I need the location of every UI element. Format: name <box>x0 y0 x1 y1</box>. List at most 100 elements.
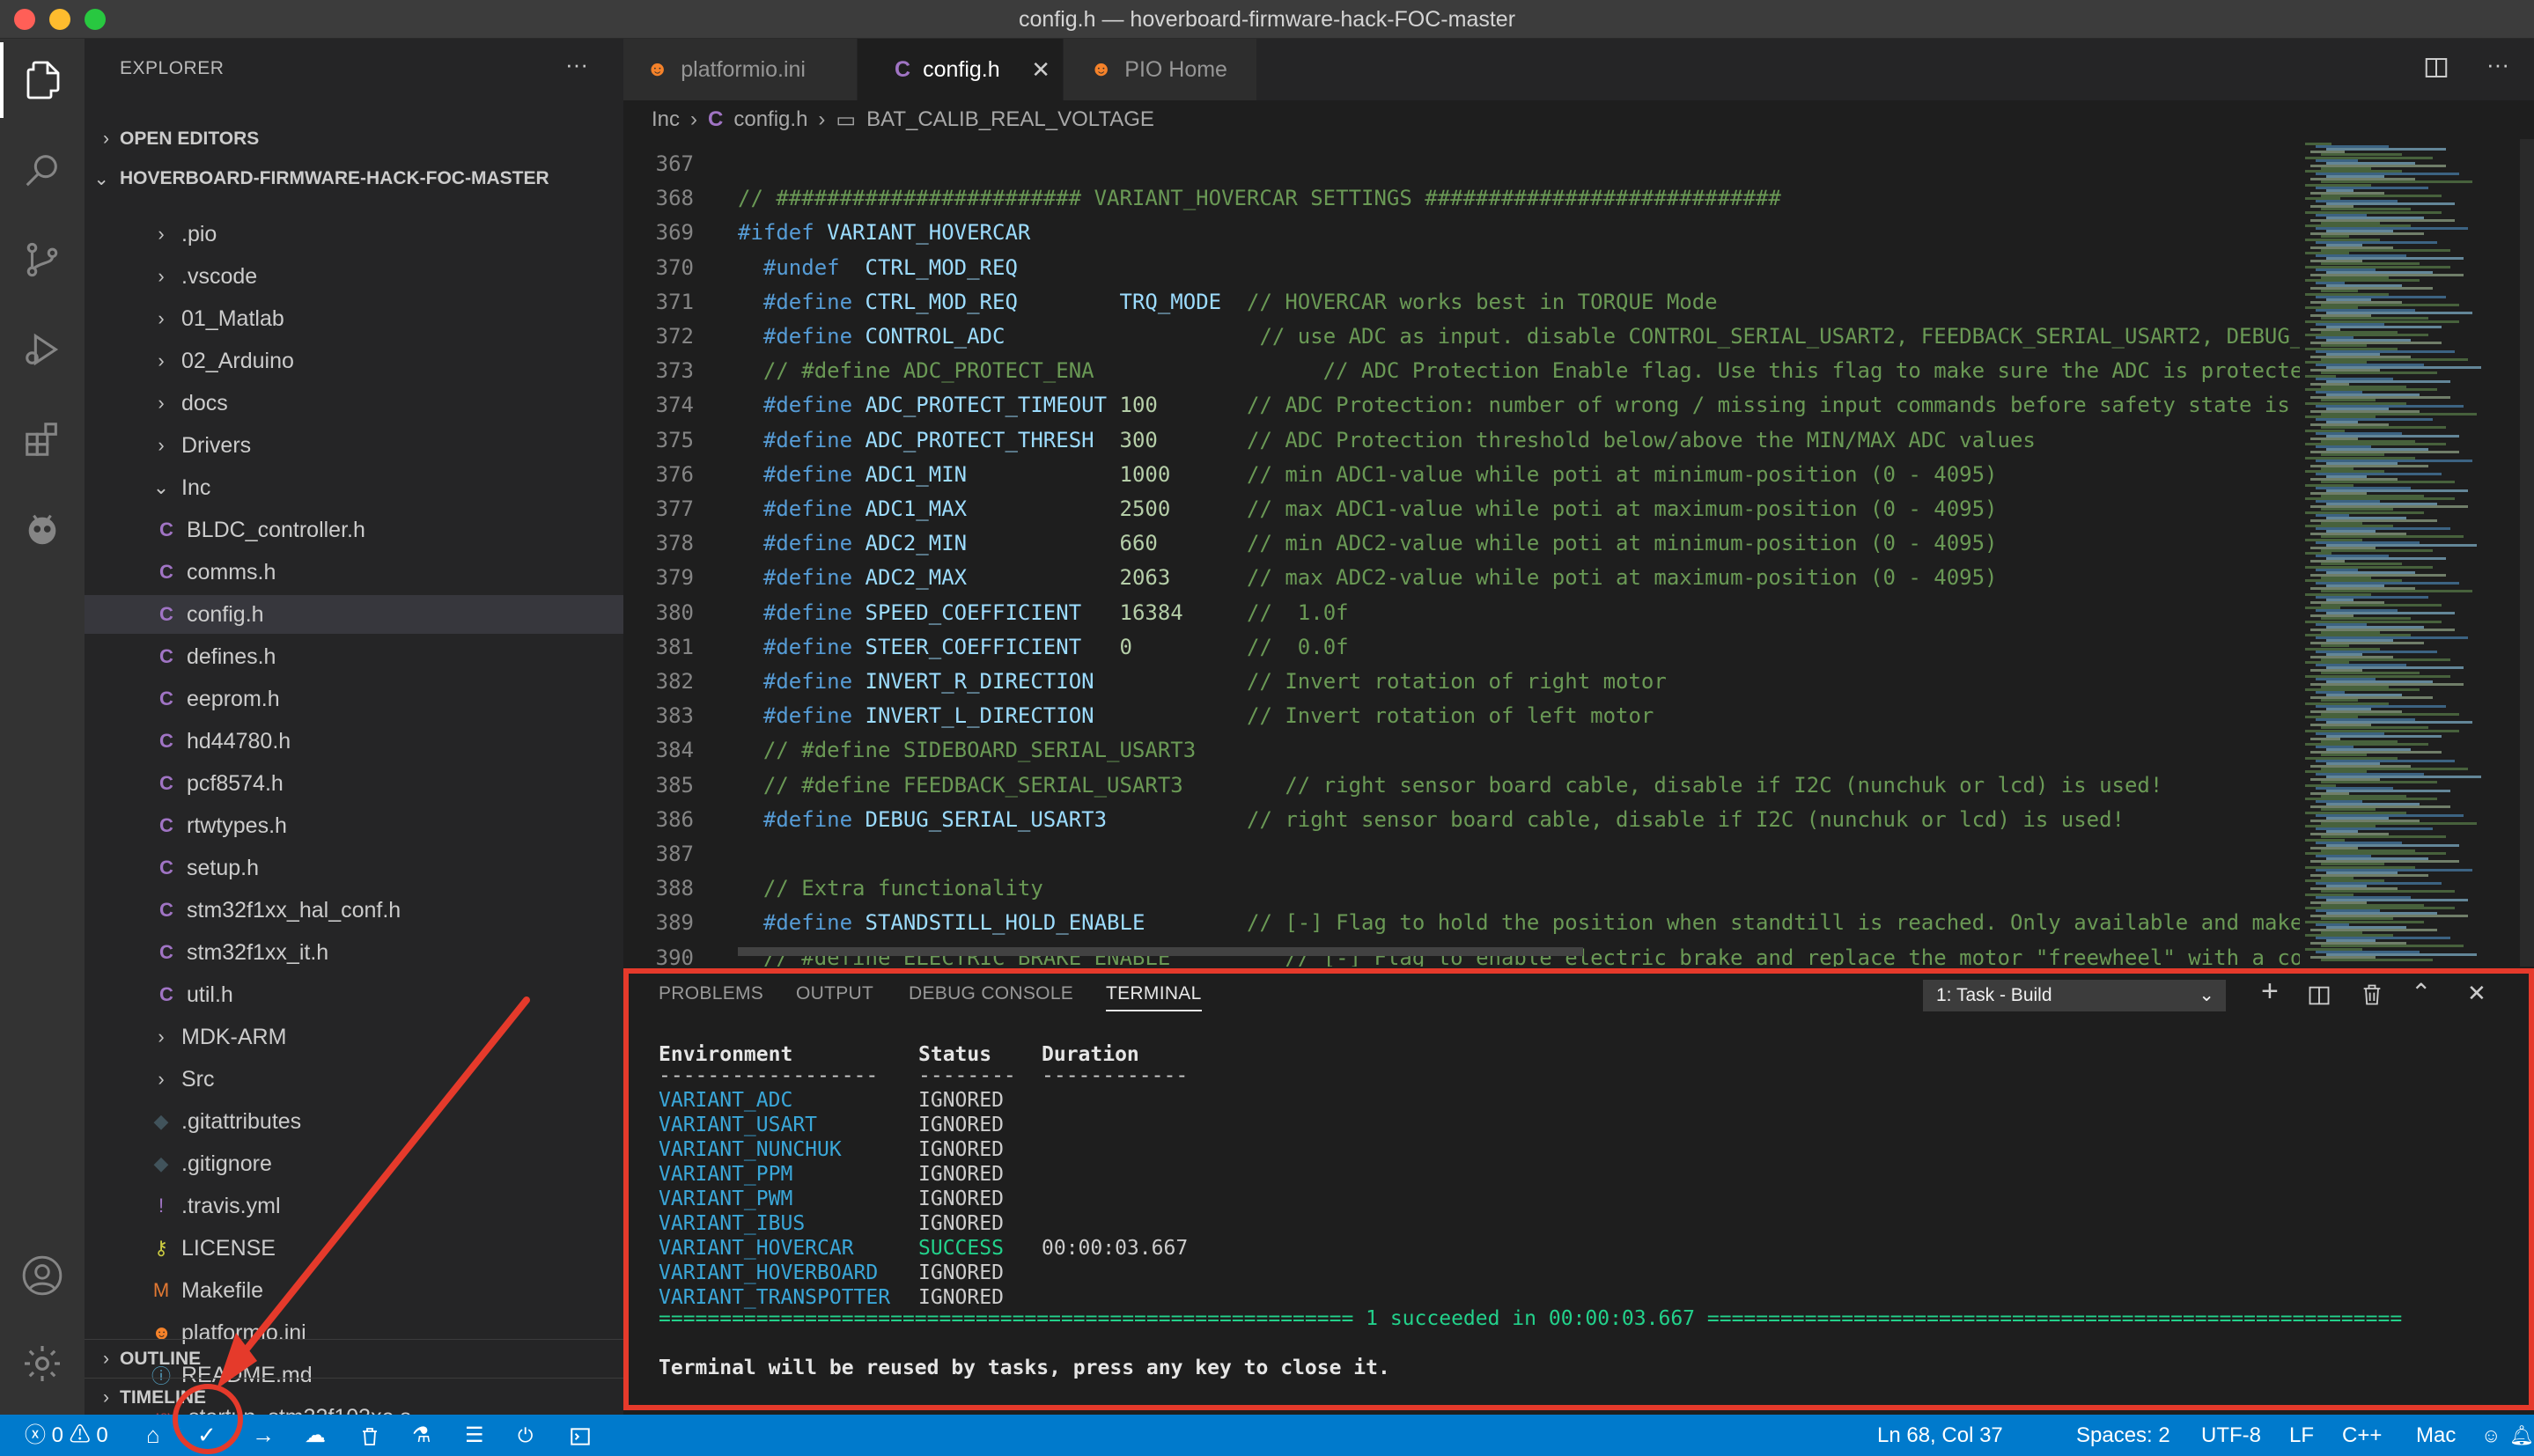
trash-icon[interactable] <box>2360 982 2384 1012</box>
chevron-right-icon: › <box>690 107 698 131</box>
folder-closed-icon: › <box>158 392 165 414</box>
extensions-icon[interactable] <box>0 401 85 477</box>
timeline-section[interactable]: › TIMELINE <box>85 1378 623 1416</box>
problems-status[interactable]: ⓧ 0 ⚠ 0 <box>25 1415 108 1456</box>
pio-home-icon[interactable]: ⌂ <box>146 1415 160 1456</box>
account-icon[interactable] <box>0 1238 85 1313</box>
tree-item[interactable]: Cutil.h <box>85 975 623 1014</box>
c-file-icon: C <box>708 107 724 131</box>
task-select[interactable]: 1: Task - Build ⌄ <box>1923 980 2226 1011</box>
encoding[interactable]: UTF-8 <box>2201 1415 2261 1456</box>
breadcrumb: Inc › C config.h › ▭ BAT_CALIB_REAL_VOLT… <box>623 100 2534 139</box>
vertical-scrollbar[interactable] <box>2520 139 2534 967</box>
tree-item[interactable]: ! .travis.yml <box>85 1187 623 1225</box>
line-number: 375 <box>655 427 694 452</box>
line-number: 382 <box>655 669 694 694</box>
tree-item[interactable]: › 02_Arduino <box>85 342 623 380</box>
tab-config-h[interactable]: C config.h ✕ <box>858 39 1064 100</box>
pio-terminal-icon[interactable] <box>569 1415 592 1456</box>
c-file-icon: C <box>159 941 173 963</box>
tab-debug-console[interactable]: DEBUG CONSOLE <box>909 983 1073 1004</box>
tree-item[interactable]: ⌄ Inc <box>85 468 623 507</box>
tree-item[interactable]: Ccomms.h <box>85 553 623 592</box>
code-line: #define ADC_PROTECT_TIMEOUT 100 // ADC P… <box>762 393 2290 418</box>
horizontal-scrollbar[interactable] <box>738 947 1583 956</box>
settings-gear-icon[interactable] <box>0 1326 85 1401</box>
pio-tasks-list-icon[interactable]: ☰ <box>465 1415 484 1456</box>
line-number: 380 <box>655 599 694 625</box>
pio-test-flask-icon[interactable]: ⚗ <box>412 1415 431 1456</box>
end-of-line[interactable]: LF <box>2289 1415 2314 1456</box>
tree-item[interactable]: Csetup.h <box>85 849 623 887</box>
tree-item[interactable]: Crtwtypes.h <box>85 806 623 845</box>
language-mode[interactable]: C++ <box>2342 1415 2382 1456</box>
maximize-panel-icon[interactable]: ⌃ <box>2411 978 2431 1007</box>
minimap-line <box>2321 958 2433 961</box>
tab-terminal[interactable]: TERMINAL <box>1106 983 1202 1011</box>
tree-item[interactable]: Cdefines.h <box>85 637 623 676</box>
feedback-icon[interactable]: ☺ <box>2481 1415 2501 1456</box>
platformio-icon[interactable] <box>0 491 85 567</box>
tree-item[interactable]: › .pio <box>85 215 623 254</box>
open-editors-section[interactable]: › OPEN EDITORS <box>85 120 623 158</box>
split-editor-icon[interactable] <box>2423 55 2449 85</box>
tree-item[interactable]: Ceeprom.h <box>85 680 623 718</box>
task-select-value: 1: Task - Build <box>1936 985 2052 1005</box>
minimap[interactable] <box>2300 139 2534 967</box>
close-panel-icon[interactable]: ✕ <box>2467 980 2486 1007</box>
c-file-icon: C <box>159 645 173 667</box>
platform[interactable]: Mac <box>2416 1415 2456 1456</box>
tree-item[interactable]: › 01_Matlab <box>85 299 623 338</box>
breadcrumb-symbol[interactable]: BAT_CALIB_REAL_VOLTAGE <box>866 107 1154 132</box>
pio-clean-trash-icon[interactable] <box>359 1415 380 1456</box>
tree-item[interactable]: C BLDC_controller.h <box>85 511 623 549</box>
pio-serial-plug-icon[interactable]: ⏻ <box>518 1415 533 1456</box>
outline-section[interactable]: › OUTLINE <box>85 1339 623 1378</box>
tab-problems[interactable]: PROBLEMS <box>659 983 763 1004</box>
source-control-icon[interactable] <box>0 222 85 298</box>
tab-pio-home[interactable]: ☻ PIO Home <box>1064 39 1257 100</box>
tree-item[interactable]: › docs <box>85 384 623 423</box>
tree-item[interactable]: Cstm32f1xx_hal_conf.h <box>85 891 623 930</box>
minimap-line <box>2321 371 2437 375</box>
tree-item[interactable]: M Makefile <box>85 1271 623 1310</box>
code-editor[interactable]: 367 368 // ######################## VARIAN… <box>623 139 2300 967</box>
project-section[interactable]: ⌄ HOVERBOARD-FIRMWARE-HACK-FOC-MASTER <box>85 159 623 198</box>
split-terminal-icon[interactable] <box>2307 983 2331 1012</box>
tab-output[interactable]: OUTPUT <box>796 983 873 1004</box>
run-debug-icon[interactable] <box>0 312 85 387</box>
tree-item[interactable]: Cconfig.h <box>85 595 623 634</box>
tree-item[interactable]: ⚷ LICENSE <box>85 1229 623 1268</box>
breadcrumb-file[interactable]: config.h <box>733 107 807 132</box>
tree-item[interactable]: › Drivers <box>85 426 623 465</box>
tree-item[interactable]: ◆ .gitattributes <box>85 1102 623 1141</box>
minimap-line <box>2321 548 2433 552</box>
close-tab-icon[interactable]: ✕ <box>1031 56 1050 84</box>
tree-item-label: BLDC_controller.h <box>187 517 365 542</box>
explorer-icon[interactable] <box>0 42 85 118</box>
pio-upload-arrow-icon[interactable]: → <box>252 1415 275 1456</box>
timeline-label: TIMELINE <box>120 1386 206 1408</box>
tab-platformio-ini[interactable]: ☻ platformio.ini <box>623 39 858 100</box>
indentation[interactable]: Spaces: 2 <box>2076 1415 2170 1456</box>
tree-item[interactable]: Cpcf8574.h <box>85 764 623 803</box>
tree-item[interactable]: › .vscode <box>85 257 623 296</box>
tree-item[interactable]: ◆ .gitignore <box>85 1144 623 1183</box>
more-actions-icon[interactable]: ··· <box>565 51 588 78</box>
tree-item[interactable]: › Src <box>85 1060 623 1099</box>
open-editors-label: OPEN EDITORS <box>120 129 260 149</box>
notifications-bell-icon[interactable]: 🔔︎ <box>2509 1415 2534 1456</box>
more-actions-icon[interactable]: ··· <box>2486 51 2509 78</box>
cursor-position[interactable]: Ln 68, Col 37 <box>1877 1415 2003 1456</box>
search-icon[interactable] <box>0 132 85 208</box>
new-terminal-icon[interactable]: + <box>2261 974 2279 1009</box>
tree-item[interactable]: Cstm32f1xx_it.h <box>85 933 623 972</box>
tree-item[interactable]: › MDK-ARM <box>85 1018 623 1056</box>
pio-build-check-icon[interactable]: ✓ <box>197 1415 217 1456</box>
chevron-down-icon: ⌄ <box>2199 985 2214 1005</box>
makefile-icon: M <box>152 1279 170 1301</box>
c-file-icon: C <box>159 814 173 836</box>
breadcrumb-folder[interactable]: Inc <box>652 107 680 132</box>
tree-item[interactable]: Chd44780.h <box>85 722 623 761</box>
pio-remote-cloud-icon[interactable]: ☁ <box>305 1415 326 1456</box>
